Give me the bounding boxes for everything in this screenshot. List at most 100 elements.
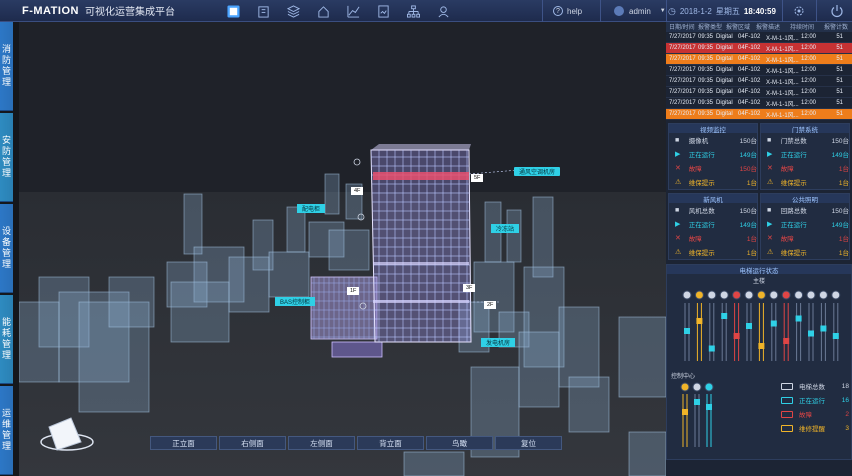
stat-label: 正在运行 (780, 222, 807, 229)
stat-row[interactable]: ⚠ 维保提示 1台 (669, 245, 757, 259)
stat-value: 149台 (739, 222, 757, 229)
stat-label: 摄像机 (688, 138, 709, 145)
side-item-energy[interactable]: 能耗管理 (0, 295, 13, 384)
view-back-button[interactable]: 背立面 (357, 436, 424, 450)
power-icon[interactable] (830, 4, 844, 18)
view-front-button[interactable]: 正立面 (150, 436, 217, 450)
side-item-security[interactable]: 安防管理 (0, 113, 13, 202)
shaft-status-dot (707, 290, 717, 300)
stat-row[interactable]: ■ 风机总数 150台 (669, 203, 757, 217)
main-tower (370, 144, 472, 343)
alarm-row[interactable]: 7/27/2017 09:35 Digital 04F-102 X-M-1-1风... 1… (666, 109, 852, 120)
legend-value: 2 (845, 410, 849, 418)
stat-row[interactable]: ✕ 故障 1台 (669, 231, 757, 245)
main-elevator-shafts[interactable] (667, 289, 851, 367)
top-bar: F-MATION 可视化运营集成平台 ◷ 2018-1-2 星期五 18:40:… (0, 0, 852, 22)
alarm-cell-zone: 04F-102 (738, 78, 761, 84)
stat-row[interactable]: ✕ 故障 150台 (669, 161, 757, 175)
building-icon[interactable] (248, 2, 278, 20)
settings-icon[interactable] (792, 4, 806, 18)
3d-viewport[interactable]: 通风空调机房 5F 配电柜 4F 冷冻站 3F BAS控制柜 2F 发电机房 1… (19, 22, 666, 476)
shaft-status-dot (756, 290, 766, 300)
stat-label: 正在运行 (688, 222, 715, 229)
stat-value: 1台 (838, 166, 849, 173)
stat-row[interactable]: ✕ 故障 1台 (761, 161, 849, 175)
elevator-car (832, 333, 839, 339)
tree-icon[interactable] (398, 2, 428, 20)
alarm-cell-zone: 04F-102 (738, 111, 761, 117)
alarm-row[interactable]: 7/27/2017 09:35 Digital 04F-102 X-M-1-1风... 1… (666, 54, 852, 65)
status-icon: ✕ (767, 165, 773, 172)
building-scene[interactable] (19, 22, 666, 476)
status-icon: ✕ (767, 235, 773, 242)
view-reset-button[interactable]: 复位 (495, 436, 562, 450)
shaft-status-dot (732, 290, 742, 300)
alarm-cell-dur: 12:00 (801, 34, 817, 40)
stat-value: 149台 (831, 152, 849, 159)
scene-tag-text: 3F (466, 285, 473, 291)
stat-value: 149台 (831, 222, 849, 229)
scene-tag-text: 5F (474, 175, 481, 181)
user-icon[interactable] (428, 2, 458, 20)
view-aerial-button[interactable]: 鸟瞰 (426, 436, 493, 450)
alarm-cell-date: 7/27/2017 (669, 89, 696, 95)
alarm-cell-type: Digital (716, 111, 733, 117)
control-elevator-shafts[interactable] (667, 381, 727, 451)
stat-label: 风机总数 (688, 208, 715, 215)
alarm-cell-type: Digital (716, 100, 733, 106)
scene-label-tag: 5F (471, 174, 484, 182)
scene-tag-text: 4F (354, 188, 361, 194)
alarm-cell-time: 09:35 (698, 89, 714, 95)
stat-row[interactable]: ▶ 正在运行 149台 (669, 217, 757, 231)
column-header: 报警区域 (726, 25, 751, 31)
scene-label-cabinet[interactable]: 配电柜 (297, 204, 326, 213)
home-icon[interactable] (308, 2, 338, 20)
stat-row[interactable]: ■ 回路总数 150台 (761, 203, 849, 217)
alarm-cell-count: 51 (836, 111, 843, 117)
status-icon: ✕ (675, 165, 681, 172)
scene-label-chiller[interactable]: 冷冻站 (491, 224, 520, 233)
stat-row[interactable]: ⚠ 维保提示 1台 (669, 175, 757, 189)
stat-row[interactable]: ▶ 正在运行 149台 (669, 147, 757, 161)
stat-row[interactable]: ⚠ 维保提示 1台 (761, 175, 849, 189)
stat-row[interactable]: ▶ 正在运行 149台 (761, 147, 849, 161)
alarm-row[interactable]: 7/27/2017 09:35 Digital 04F-102 X-M-1-1风... 1… (666, 32, 852, 43)
stat-label: 故障 (780, 166, 794, 173)
alarm-row[interactable]: 7/27/2017 09:35 Digital 04F-102 X-M-1-1风... 1… (666, 98, 852, 109)
layers-icon[interactable] (278, 2, 308, 20)
user-menu[interactable]: admin ▼ (614, 0, 666, 22)
video-surveillance-panel: 视频监控 ■ 摄像机 150台 ▶ 正在运行 149台 ✕ 故障 150台 ⚠ 维保提示 1台 (668, 123, 758, 190)
view-left-button[interactable]: 左侧面 (288, 436, 355, 450)
side-item-maintenance[interactable]: 运维管理 (0, 386, 13, 475)
help-button[interactable]: ? help (553, 0, 582, 22)
stat-row[interactable]: ■ 摄像机 150台 (669, 133, 757, 147)
elevator-icon (781, 424, 793, 432)
stat-row[interactable]: ✕ 故障 1台 (761, 231, 849, 245)
main-nav (218, 2, 458, 20)
alarm-row[interactable]: 7/27/2017 09:35 Digital 04F-102 X-M-1-1风... 1… (666, 65, 852, 76)
alarm-cell-type: Digital (716, 45, 733, 51)
view-right-button[interactable]: 右侧面 (219, 436, 286, 450)
elevator-car (708, 345, 715, 352)
chart-icon[interactable] (338, 2, 368, 20)
side-item-equipment[interactable]: 设备管理 (0, 204, 13, 293)
elevator-icon (781, 410, 793, 418)
scene-label-hvac[interactable]: 通风空调机房 (514, 167, 561, 176)
scene-label-generator[interactable]: 发电机房 (481, 338, 516, 347)
weekday-text: 星期五 (715, 6, 740, 16)
scene-label-bas[interactable]: BAS控制柜 (275, 297, 316, 306)
stat-row[interactable]: ■ 门禁总数 150台 (761, 133, 849, 147)
stat-row[interactable]: ▶ 正在运行 149台 (761, 217, 849, 231)
side-item-fire[interactable]: 消防管理 (0, 22, 13, 111)
status-icon: ▶ (767, 221, 773, 228)
alarm-cell-count: 51 (836, 100, 843, 106)
scene-label-tag: 3F (463, 284, 476, 292)
alarm-row[interactable]: 7/27/2017 09:35 Digital 04F-102 X-M-1-1风... 1… (666, 43, 852, 54)
alarm-cell-desc: X-M-1-1风... (766, 90, 799, 97)
alarm-cell-zone: 04F-102 (738, 67, 761, 73)
alarm-row[interactable]: 7/27/2017 09:35 Digital 04F-102 X-M-1-1风... 1… (666, 76, 852, 87)
alarm-row[interactable]: 7/27/2017 09:35 Digital 04F-102 X-M-1-1风... 1… (666, 87, 852, 98)
dashboard-icon[interactable] (218, 2, 248, 20)
document-icon[interactable] (368, 2, 398, 20)
stat-row[interactable]: ⚠ 维保提示 1台 (761, 245, 849, 259)
